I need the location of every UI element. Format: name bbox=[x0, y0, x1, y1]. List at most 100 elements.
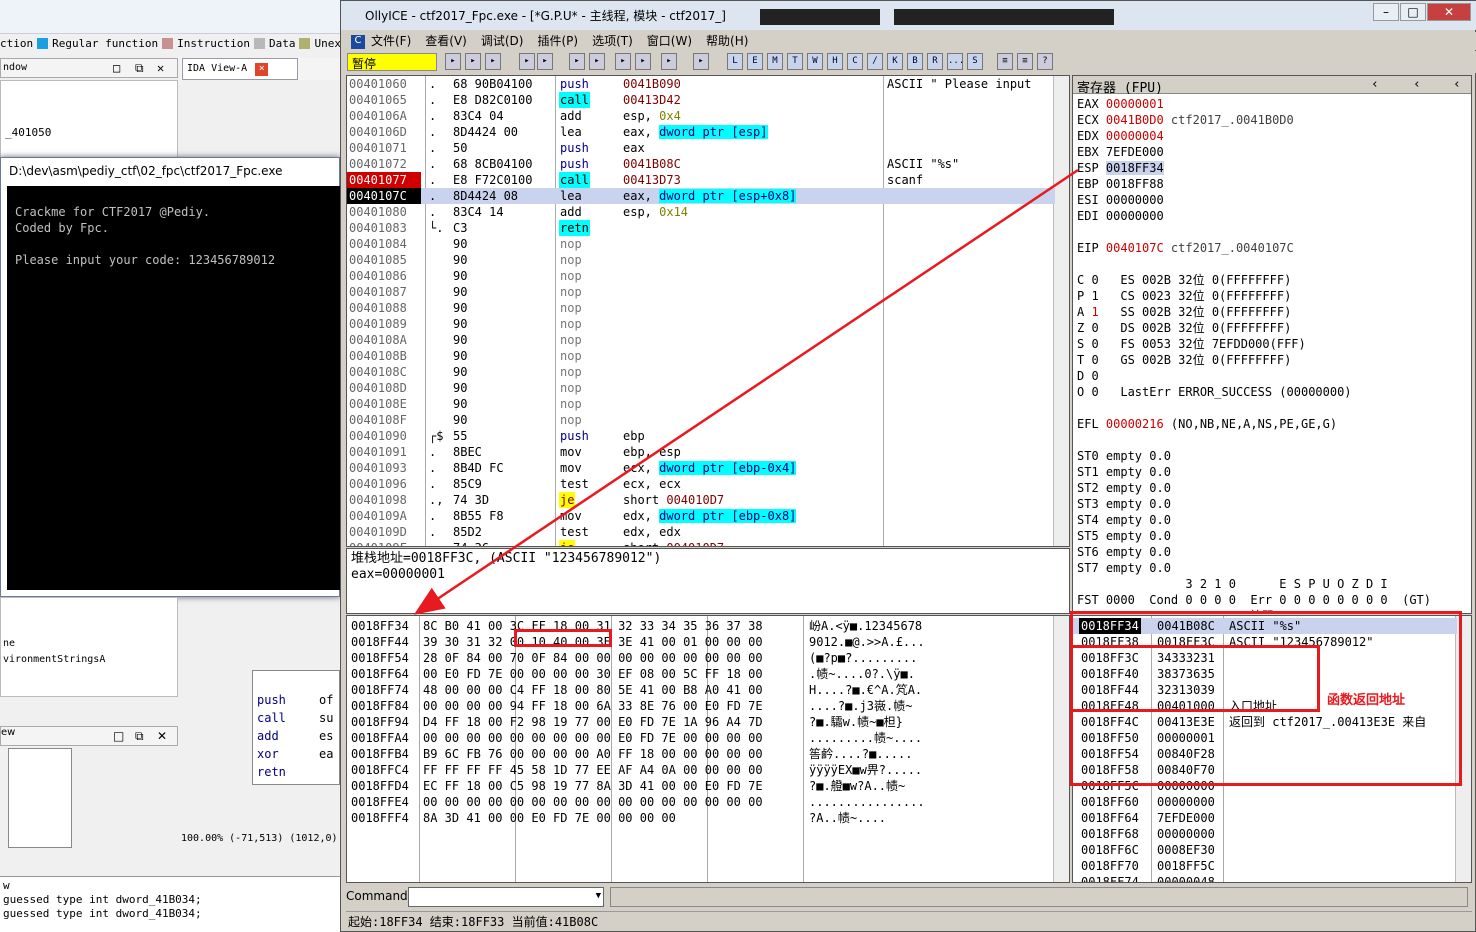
register-line[interactable]: EBX 7EFDE000 bbox=[1077, 144, 1164, 160]
help-icon[interactable]: ? bbox=[1037, 53, 1053, 70]
register-line[interactable]: S 0 FS 0053 32位 7EFDD000(FFF) bbox=[1077, 336, 1306, 352]
maximize-button[interactable]: □ bbox=[1400, 3, 1426, 21]
register-line[interactable]: EBP 0018FF88 bbox=[1077, 176, 1164, 192]
tab-ida-view-a[interactable]: IDA View-A × bbox=[182, 58, 298, 80]
disasm-row[interactable]: 00401080. 83C4 14 add esp, 0x14 bbox=[347, 204, 1055, 220]
trace-over-icon[interactable]: ▸ bbox=[635, 53, 651, 70]
register-line[interactable]: T 0 GS 002B 32位 0(FFFFFFFF) bbox=[1077, 352, 1291, 368]
disasm-row[interactable]: 0040107C. 8D4424 08 lea eax, dword ptr [esp… bbox=[347, 188, 1055, 204]
disasm-row[interactable]: 00401086 90 nop bbox=[347, 268, 1055, 284]
disasm-row[interactable]: 0040106D. 8D4424 00 lea eax, dword ptr [esp… bbox=[347, 124, 1055, 140]
disasm-row[interactable]: 00401090 ┌$ 55 push ebp bbox=[347, 428, 1055, 444]
register-line[interactable]: O 0 LastErr ERROR_SUCCESS (00000000) bbox=[1077, 384, 1352, 400]
menu-item[interactable]: 文件(F) bbox=[371, 32, 411, 49]
cpu-disassembly-pane[interactable]: 00401060. 68 90B04100 push 0041B090 ASCII " … bbox=[346, 75, 1070, 547]
toolbar-button-R[interactable]: R bbox=[927, 53, 943, 70]
stack-row[interactable]: 0018FF74 00000048 bbox=[1073, 874, 1457, 882]
toolbar-button-C[interactable]: C bbox=[847, 53, 863, 70]
disasm-row[interactable]: 0040108C 90 nop bbox=[347, 364, 1055, 380]
close-debug-icon[interactable]: ▸ bbox=[485, 53, 501, 70]
register-line[interactable]: EIP 0040107C ctf2017_.0040107C bbox=[1077, 240, 1294, 256]
name-item[interactable]: vironmentStringsA bbox=[3, 654, 105, 665]
register-line[interactable]: Z 0 DS 002B 32位 0(FFFFFFFF) bbox=[1077, 320, 1291, 336]
register-line[interactable]: ST7 empty 0.0 bbox=[1077, 560, 1171, 576]
menu-item[interactable]: 查看(V) bbox=[425, 32, 467, 49]
run-icon[interactable]: ▸ bbox=[519, 53, 535, 70]
register-line[interactable]: ESP 0018FF34 bbox=[1077, 160, 1164, 176]
disasm-row[interactable]: 0040109F. 74 36je short 004010D7 bbox=[347, 540, 1055, 546]
menu-item[interactable]: 选项(T) bbox=[592, 32, 633, 49]
disasm-row[interactable]: 00401084 90 nop bbox=[347, 236, 1055, 252]
toolbar-button-H[interactable]: H bbox=[827, 53, 843, 70]
disasm-row[interactable]: 00401093. 8B4D FC mov ecx, dword ptr [ebp-0… bbox=[347, 460, 1055, 476]
close-icon[interactable]: ✕ bbox=[157, 61, 164, 75]
menu-item[interactable]: 插件(P) bbox=[537, 32, 578, 49]
register-line[interactable]: EFL 00000216 (NO,NB,NE,A,NS,PE,GE,G) bbox=[1077, 416, 1337, 432]
register-line[interactable]: D 0 bbox=[1077, 368, 1099, 384]
vertical-scrollbar[interactable] bbox=[1053, 76, 1069, 546]
disasm-row[interactable]: 00401096. 85C9 test ecx, ecx bbox=[347, 476, 1055, 492]
grid-icon[interactable]: ≡ bbox=[1017, 53, 1033, 70]
register-line[interactable]: EDI 00000000 bbox=[1077, 208, 1164, 224]
restore-icon[interactable]: ⧉ bbox=[135, 729, 144, 744]
disasm-row[interactable]: 00401077. E8 F72C0100 call 00413D73 scanf bbox=[347, 172, 1055, 188]
disasm-row[interactable]: 00401065. E8 D82C0100 call 00413D42 bbox=[347, 92, 1055, 108]
register-line[interactable]: ST1 empty 0.0 bbox=[1077, 464, 1171, 480]
register-line[interactable]: 3 2 1 0 E S P U O Z D I bbox=[1077, 576, 1387, 592]
disasm-row[interactable]: 00401071. 50 push eax bbox=[347, 140, 1055, 156]
toolbar-button-K[interactable]: K bbox=[887, 53, 903, 70]
toolbar-button-W[interactable]: W bbox=[807, 53, 823, 70]
minimize-icon[interactable]: □ bbox=[113, 729, 124, 743]
chevron-left-icon[interactable]: ‹ bbox=[1413, 77, 1421, 92]
disasm-row[interactable]: 00401087 90 nop bbox=[347, 284, 1055, 300]
register-line[interactable]: ST3 empty 0.0 bbox=[1077, 496, 1171, 512]
exec-till-return-icon[interactable]: ▸ bbox=[661, 53, 677, 70]
register-line[interactable]: ST6 empty 0.0 bbox=[1077, 544, 1171, 560]
stack-row[interactable]: 0018FF70 0018FF5C bbox=[1073, 858, 1457, 874]
menu-item[interactable]: 帮助(H) bbox=[706, 32, 748, 49]
toolbar-button-T[interactable]: T bbox=[787, 53, 803, 70]
minimize-icon[interactable]: □ bbox=[113, 61, 120, 75]
step-into-icon[interactable]: ▸ bbox=[569, 53, 585, 70]
pause-icon[interactable]: ▸ bbox=[537, 53, 553, 70]
stack-row[interactable]: 0018FF60 00000000 bbox=[1073, 794, 1457, 810]
disasm-row[interactable]: 0040108B 90 nop bbox=[347, 348, 1055, 364]
toolbar-button-/[interactable]: / bbox=[867, 53, 883, 70]
close-icon[interactable]: × bbox=[255, 63, 269, 76]
command-input[interactable]: ▼ bbox=[408, 887, 604, 907]
stack-row[interactable]: 0018FF64 7EFDE000 bbox=[1073, 810, 1457, 826]
disasm-row[interactable]: 0040106A. 83C4 04 add esp, 0x4 bbox=[347, 108, 1055, 124]
step-over-icon[interactable]: ▸ bbox=[589, 53, 605, 70]
disasm-row[interactable]: 00401072. 68 8CB04100 push 0041B08C ASCII "%… bbox=[347, 156, 1055, 172]
register-line[interactable]: FST 0000 Cond 0 0 0 0 Err 0 0 0 0 0 0 0 … bbox=[1077, 592, 1431, 608]
stack-row[interactable]: 0018FF68 00000000 bbox=[1073, 826, 1457, 842]
goto-icon[interactable]: ▸ bbox=[693, 53, 709, 70]
disasm-row[interactable]: 0040108D 90 nop bbox=[347, 380, 1055, 396]
register-line[interactable]: ECX 0041B0D0 ctf2017_.0041B0D0 bbox=[1077, 112, 1294, 128]
register-line[interactable]: ST5 empty 0.0 bbox=[1077, 528, 1171, 544]
chevron-down-icon[interactable]: ▼ bbox=[596, 891, 601, 901]
disasm-row[interactable]: 0040108F 90 nop bbox=[347, 412, 1055, 428]
register-line[interactable]: ESI 00000000 bbox=[1077, 192, 1164, 208]
minimize-button[interactable]: – bbox=[1373, 3, 1399, 21]
memory-dump-pane[interactable]: 0018FF34 8C B0 41 00 3C FF 18 00 31 32 33… bbox=[346, 615, 1070, 883]
register-line[interactable]: EAX 00000001 bbox=[1077, 96, 1164, 112]
list-icon[interactable]: ≡ bbox=[997, 53, 1013, 70]
disasm-row[interactable]: 00401089 90 nop bbox=[347, 316, 1055, 332]
toolbar-button-S[interactable]: S bbox=[967, 53, 983, 70]
disasm-row[interactable]: 0040108E 90 nop bbox=[347, 396, 1055, 412]
register-line[interactable]: P 1 CS 0023 32位 0(FFFFFFFF) bbox=[1077, 288, 1291, 304]
disasm-row[interactable]: 00401085 90 nop bbox=[347, 252, 1055, 268]
register-line[interactable]: A 1 SS 002B 32位 0(FFFFFFFF) bbox=[1077, 304, 1291, 320]
chevron-left-icon[interactable]: ‹ bbox=[1453, 77, 1461, 92]
trace-into-icon[interactable]: ▸ bbox=[615, 53, 631, 70]
stack-row[interactable]: 0018FF6C 0008EF30 bbox=[1073, 842, 1457, 858]
name-item[interactable]: ne bbox=[3, 638, 15, 649]
vertical-scrollbar[interactable] bbox=[1053, 616, 1069, 882]
reopen-icon[interactable]: ▸ bbox=[445, 53, 461, 70]
register-line[interactable]: ST2 empty 0.0 bbox=[1077, 480, 1171, 496]
toolbar-button-L[interactable]: L bbox=[727, 53, 743, 70]
chevron-left-icon[interactable]: ‹ bbox=[1371, 77, 1379, 92]
disasm-row[interactable]: 00401098., 74 3D je short 004010D7 bbox=[347, 492, 1055, 508]
register-line[interactable]: ST0 empty 0.0 bbox=[1077, 448, 1171, 464]
